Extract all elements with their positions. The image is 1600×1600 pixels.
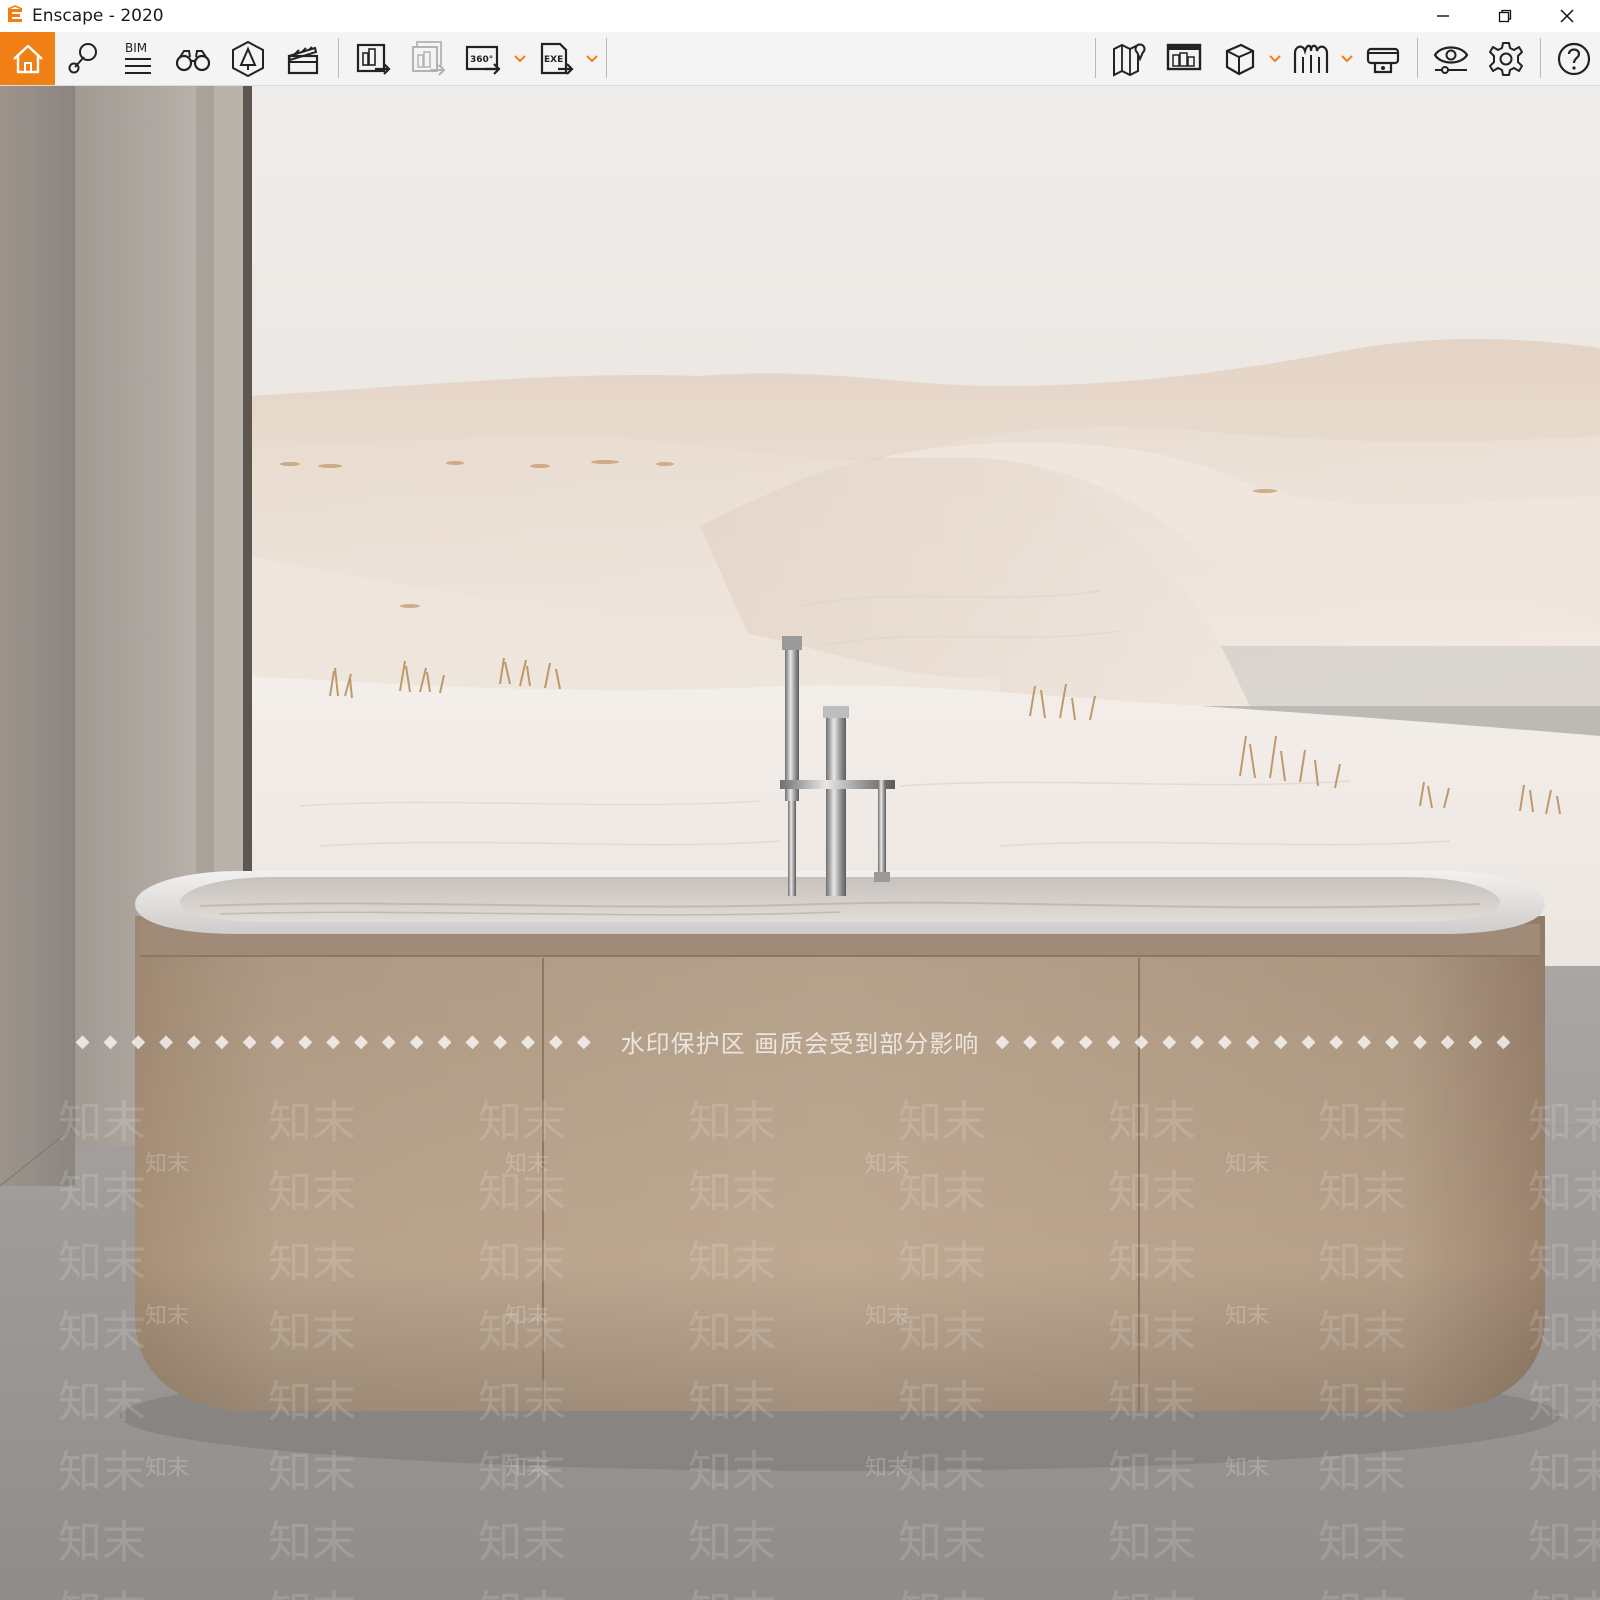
close-button[interactable]	[1536, 0, 1598, 32]
cube-icon	[1225, 43, 1255, 75]
export-screenshot-button[interactable]	[347, 32, 399, 85]
title-bar: Enscape - 2020	[0, 0, 1600, 32]
chevron-down-icon[interactable]	[1339, 50, 1355, 66]
restore-button[interactable]	[1474, 0, 1536, 32]
window-title: Enscape - 2020	[32, 6, 164, 26]
panorama-label: 360°	[470, 55, 493, 65]
vr-button[interactable]	[1285, 32, 1337, 85]
toolbar-separator	[606, 38, 607, 78]
bim-label: BIM	[125, 41, 147, 55]
clapperboard-icon	[287, 45, 319, 74]
monitor-icon	[1166, 43, 1202, 70]
map-button[interactable]	[1103, 32, 1155, 85]
minimize-icon	[1437, 15, 1449, 17]
minimize-button[interactable]	[1412, 0, 1474, 32]
eye-settings-icon	[1433, 45, 1469, 74]
headset-button[interactable]	[1357, 32, 1409, 85]
toolbar-separator	[1417, 38, 1418, 78]
toolbar-separator	[1540, 38, 1541, 78]
home-button[interactable]	[0, 32, 55, 85]
panorama-360-icon: 360°	[465, 45, 501, 75]
material-cube-button[interactable]	[1213, 32, 1265, 85]
bim-button[interactable]: BIM	[112, 32, 164, 85]
batch-render-button[interactable]	[402, 32, 454, 85]
help-icon	[1557, 42, 1591, 75]
asset-library-button[interactable]	[222, 32, 274, 85]
asset-library-icon	[232, 40, 264, 77]
home-icon	[12, 44, 43, 73]
monitor-button[interactable]	[1158, 32, 1210, 85]
visual-settings-button[interactable]	[1425, 32, 1477, 85]
vr-icon	[1293, 44, 1329, 73]
export-image-icon	[356, 43, 391, 75]
close-icon	[1560, 9, 1574, 23]
map-icon	[1113, 42, 1146, 77]
enscape-logo-icon	[7, 5, 23, 22]
exe-label: EXE	[544, 55, 563, 65]
settings-button[interactable]	[1480, 32, 1532, 85]
headset-icon	[1366, 47, 1400, 73]
toolbar-separator	[338, 38, 339, 78]
video-editor-button[interactable]	[277, 32, 329, 85]
location-pin-icon	[68, 42, 97, 73]
panorama-360-button[interactable]: 360°	[457, 32, 509, 85]
views-button[interactable]	[57, 32, 109, 85]
chevron-down-icon[interactable]	[512, 50, 528, 66]
export-exe-icon: EXE	[540, 42, 574, 75]
binoculars-button[interactable]	[167, 32, 219, 85]
render-scene	[0, 86, 1600, 1600]
toolbar-separator	[1095, 38, 1096, 78]
chevron-down-icon[interactable]	[584, 50, 600, 66]
binoculars-icon	[175, 49, 211, 71]
render-viewport[interactable]: ◆◆◆◆◆◆◆◆◆◆◆◆◆◆◆◆◆◆◆ 水印保护区 画质会受到部分影响 ◆◆◆◆…	[0, 86, 1600, 1600]
chevron-down-icon[interactable]	[1267, 50, 1283, 66]
help-button[interactable]	[1548, 32, 1600, 85]
gear-icon	[1489, 41, 1523, 76]
restore-icon	[1498, 9, 1512, 23]
export-exe-button[interactable]: EXE	[530, 32, 582, 85]
batch-render-icon	[412, 40, 446, 76]
main-toolbar: BIM 360° EXE	[0, 32, 1600, 110]
bim-icon: BIM	[125, 41, 151, 74]
